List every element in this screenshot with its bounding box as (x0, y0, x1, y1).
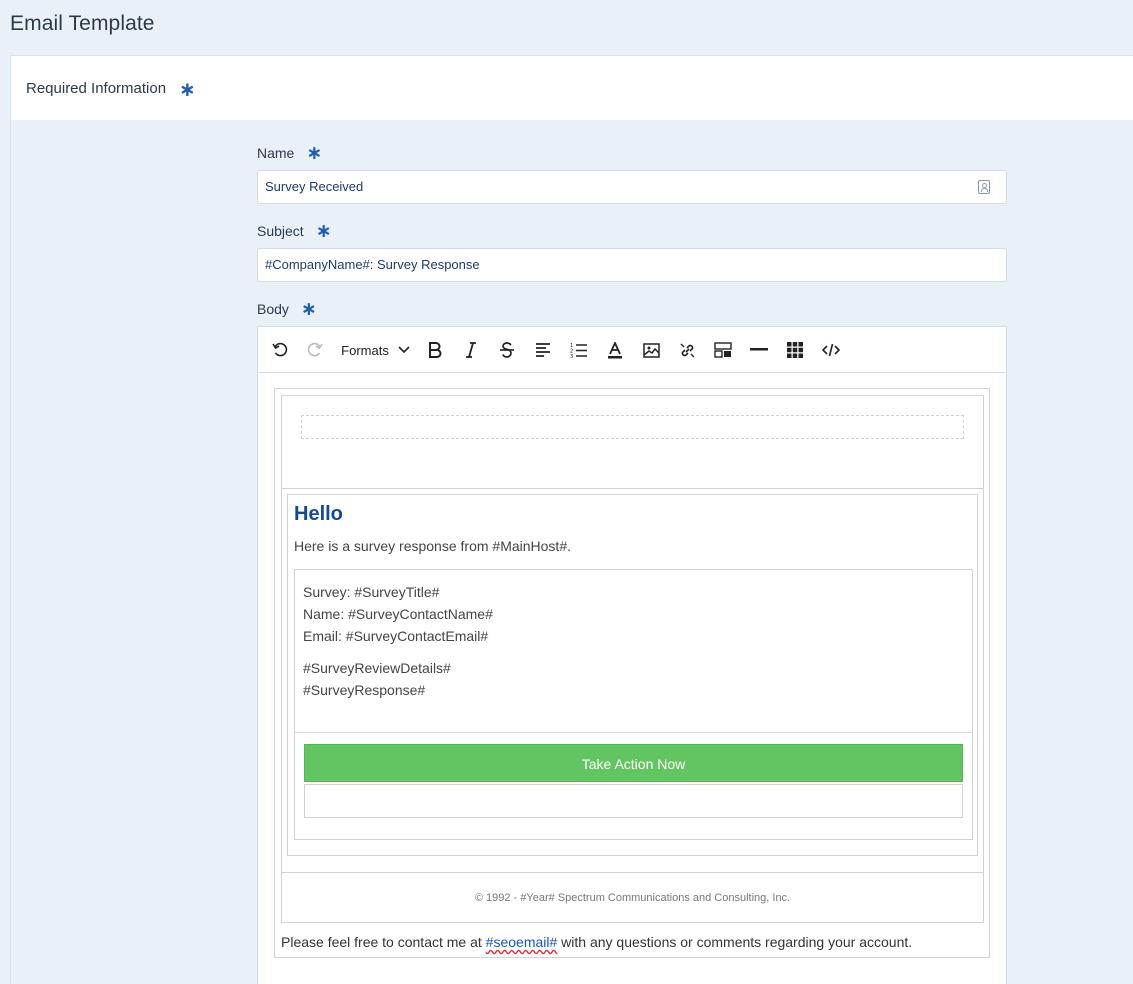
button-spacer-cell (304, 784, 963, 818)
required-asterisk-icon: ∗ (300, 299, 317, 320)
survey-title-line: Survey: #SurveyTitle# (303, 584, 440, 600)
italic-icon[interactable] (459, 338, 483, 362)
rich-text-editor[interactable]: Formats 123 Hello Here is a survey respo… (257, 326, 1007, 984)
subject-input-value: #CompanyName#: Survey Response (265, 257, 480, 272)
email-wrapper: Hello Here is a survey response from #Ma… (281, 395, 984, 923)
body-label-text: Body (257, 301, 289, 318)
align-left-icon[interactable] (531, 338, 555, 362)
chevron-down-icon[interactable] (396, 338, 412, 362)
numbered-list-icon[interactable]: 123 (567, 338, 591, 362)
contact-card-icon[interactable] (978, 180, 990, 194)
name-input-value: Survey Received (265, 179, 364, 194)
formats-dropdown[interactable]: Formats (340, 338, 390, 362)
redo-icon[interactable] (303, 338, 327, 362)
take-action-button[interactable]: Take Action Now (304, 744, 963, 782)
email-banner (282, 396, 983, 489)
email-footer: © 1992 - #Year# Spectrum Communications … (282, 872, 983, 923)
subject-label: Subject ∗ (257, 221, 332, 242)
strikethrough-icon[interactable] (495, 338, 519, 362)
seo-email-link[interactable]: #seoemail# (486, 934, 558, 950)
page-title: Email Template (10, 12, 155, 35)
divider (295, 732, 972, 733)
link-icon[interactable] (675, 338, 699, 362)
email-greeting: Hello (294, 503, 343, 525)
contact-line: Please feel free to contact me at #seoem… (281, 934, 912, 950)
survey-details-box: Survey: #SurveyTitle# Name: #SurveyConta… (294, 569, 973, 840)
source-code-icon[interactable] (819, 338, 843, 362)
required-asterisk-icon: ∗ (306, 143, 323, 164)
survey-response-line: #SurveyResponse# (303, 682, 426, 698)
section-header-required-information: Required Information ∗ (10, 55, 1133, 121)
svg-text:3: 3 (570, 354, 573, 358)
horizontal-rule-icon[interactable] (747, 338, 771, 362)
required-asterisk-icon: ∗ (179, 79, 196, 101)
survey-contact-name-line: Name: #SurveyContactName# (303, 606, 493, 622)
body-label: Body ∗ (257, 299, 317, 320)
survey-review-details-line: #SurveyReviewDetails# (303, 660, 451, 676)
section-title: Required Information (26, 80, 167, 97)
image-icon[interactable] (639, 338, 663, 362)
text-color-icon[interactable] (603, 338, 627, 362)
name-label-text: Name (257, 145, 295, 162)
required-asterisk-icon: ∗ (315, 221, 332, 242)
email-canvas[interactable]: Hello Here is a survey response from #Ma… (274, 388, 990, 958)
email-content: Hello Here is a survey response from #Ma… (287, 494, 978, 856)
bold-icon[interactable] (423, 338, 447, 362)
banner-placeholder[interactable] (301, 415, 964, 439)
survey-contact-email-line: Email: #SurveyContactEmail# (303, 628, 489, 644)
template-icon[interactable] (711, 338, 735, 362)
email-intro: Here is a survey response from #MainHost… (294, 538, 571, 554)
undo-icon[interactable] (268, 338, 292, 362)
table-icon[interactable] (783, 338, 807, 362)
contact-suffix: with any questions or comments regarding… (557, 934, 913, 950)
editor-toolbar: Formats 123 (258, 327, 1006, 373)
name-label: Name ∗ (257, 143, 323, 164)
contact-prefix: Please feel free to contact me at (281, 934, 486, 950)
subject-label-text: Subject (257, 223, 304, 240)
name-input[interactable]: Survey Received (257, 170, 1007, 204)
subject-input[interactable]: #CompanyName#: Survey Response (257, 248, 1007, 282)
